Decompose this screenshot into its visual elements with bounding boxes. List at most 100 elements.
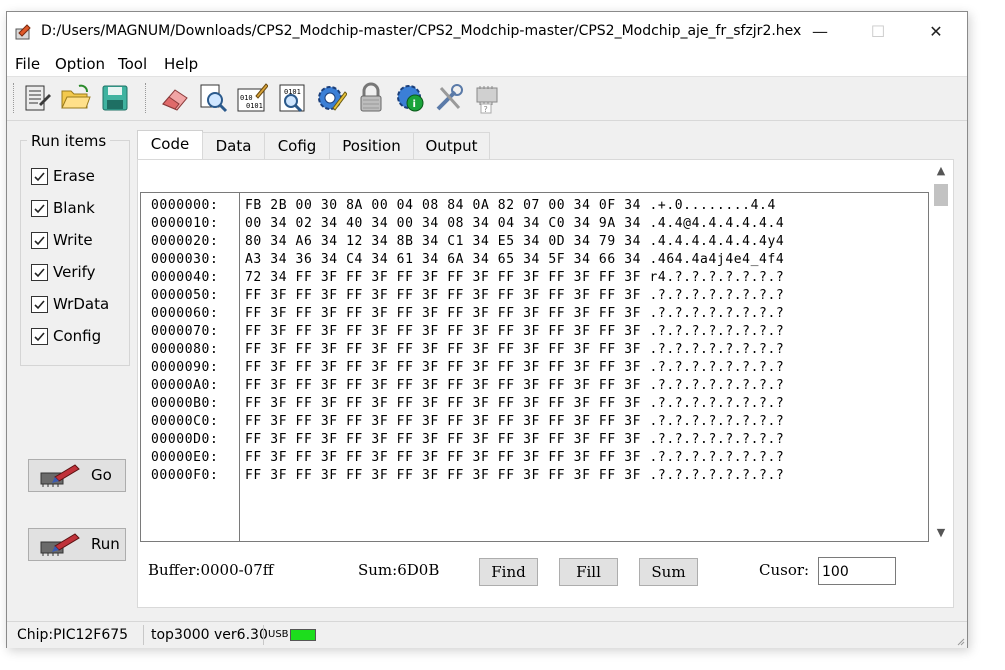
hex-data-line[interactable]: 72 34 FF 3F FF 3F FF 3F FF 3F FF 3F FF 3… — [245, 270, 784, 285]
hex-data-line[interactable]: FF 3F FF 3F FF 3F FF 3F FF 3F FF 3F FF 3… — [245, 396, 784, 411]
scroll-up-icon[interactable]: ▲ — [932, 162, 950, 180]
write-checkbox[interactable] — [31, 232, 48, 249]
erase-label: Erase — [53, 167, 95, 185]
blank-check-icon[interactable] — [197, 82, 229, 114]
go-button[interactable]: Go — [28, 459, 126, 492]
buffer-range: Buffer:0000-07ff — [148, 561, 274, 579]
menu-option[interactable]: Option — [55, 55, 105, 73]
hex-address: 00000E0: — [151, 450, 219, 465]
svg-text:010: 010 — [240, 94, 253, 102]
hex-address: 00000D0: — [151, 432, 219, 447]
open-folder-icon[interactable] — [59, 82, 91, 114]
menu-help[interactable]: Help — [164, 55, 198, 73]
hex-data-line[interactable]: FF 3F FF 3F FF 3F FF 3F FF 3F FF 3F FF 3… — [245, 414, 784, 429]
verify-checkbox[interactable] — [31, 264, 48, 281]
svg-text:0101: 0101 — [246, 102, 263, 110]
code-panel: 0000000: FB 2B 00 30 8A 00 04 08 84 0A 82… — [137, 159, 954, 608]
tab-data[interactable]: Data — [202, 132, 265, 160]
maximize-button[interactable]: ☐ — [849, 12, 907, 52]
hex-address: 0000010: — [151, 216, 219, 231]
verify-binary-icon[interactable]: 0101 — [276, 82, 308, 114]
usb-label: USB — [268, 629, 289, 640]
hex-data-line[interactable]: FF 3F FF 3F FF 3F FF 3F FF 3F FF 3F FF 3… — [245, 450, 784, 465]
hex-data-line[interactable]: FF 3F FF 3F FF 3F FF 3F FF 3F FF 3F FF 3… — [245, 378, 784, 393]
go-label: Go — [91, 466, 112, 484]
write-binary-icon[interactable]: 010 0101 — [236, 82, 268, 114]
chip-status: Chip:PIC12F675 — [17, 627, 129, 643]
checkmark-icon — [34, 172, 45, 182]
cursor-label: Cusor: — [759, 561, 810, 579]
tab-output[interactable]: Output — [413, 132, 490, 160]
cursor-input[interactable]: 100 — [818, 557, 896, 585]
hex-data-line[interactable]: 00 34 02 34 40 34 00 34 08 34 04 34 C0 3… — [245, 216, 784, 231]
test-tools-icon[interactable] — [433, 82, 465, 114]
status-divider — [143, 625, 144, 645]
scroll-down-icon[interactable]: ▼ — [932, 524, 950, 542]
lock-icon[interactable] — [355, 82, 387, 114]
verify-label: Verify — [53, 263, 96, 281]
hex-data-line[interactable]: FF 3F FF 3F FF 3F FF 3F FF 3F FF 3F FF 3… — [245, 432, 784, 447]
status-bar: Chip:PIC12F675 top3000 ver6.30 USB — [7, 621, 967, 648]
erase-checkbox[interactable] — [31, 168, 48, 185]
blank-label: Blank — [53, 199, 95, 217]
chip-pen-icon — [40, 533, 80, 556]
run-button[interactable]: Run — [28, 528, 126, 561]
toolbar: 010 0101 0101 i ? — [7, 76, 967, 121]
config-gear-icon[interactable] — [315, 82, 347, 114]
close-button[interactable]: ✕ — [907, 12, 965, 52]
hex-data-line[interactable]: A3 34 36 34 C4 34 61 34 6A 34 65 34 5F 3… — [245, 252, 784, 267]
hex-address: 0000080: — [151, 342, 219, 357]
hex-data-line[interactable]: 80 34 A6 34 12 34 8B 34 C1 34 E5 34 0D 3… — [245, 234, 784, 249]
eraser-icon[interactable] — [159, 82, 191, 114]
chip-help-icon[interactable]: ? — [471, 82, 503, 114]
resize-grip-icon[interactable] — [955, 636, 965, 646]
wrdata-checkbox[interactable] — [31, 296, 48, 313]
hex-data-line[interactable]: FF 3F FF 3F FF 3F FF 3F FF 3F FF 3F FF 3… — [245, 342, 784, 357]
app-icon — [15, 24, 31, 40]
hex-address: 00000A0: — [151, 378, 219, 393]
main-window: D:/Users/MAGNUM/Downloads/CPS2_Modchip-m… — [6, 11, 968, 648]
hex-address: 0000020: — [151, 234, 219, 249]
hex-data-line[interactable]: FF 3F FF 3F FF 3F FF 3F FF 3F FF 3F FF 3… — [245, 468, 784, 483]
find-button[interactable]: Find — [479, 558, 538, 586]
svg-text:i: i — [413, 99, 416, 110]
minimize-button[interactable]: — — [791, 12, 849, 52]
device-read-icon[interactable] — [21, 82, 53, 114]
blank-checkbox[interactable] — [31, 200, 48, 217]
write-label: Write — [53, 231, 93, 249]
hex-data-line[interactable]: FB 2B 00 30 8A 00 04 08 84 0A 82 07 00 3… — [245, 198, 776, 213]
hex-address: 00000F0: — [151, 468, 219, 483]
hex-address: 0000000: — [151, 198, 219, 213]
scroll-thumb[interactable] — [934, 184, 948, 206]
hex-address: 00000C0: — [151, 414, 219, 429]
tab-cofig[interactable]: Cofig — [264, 132, 330, 160]
hex-data-line[interactable]: FF 3F FF 3F FF 3F FF 3F FF 3F FF 3F FF 3… — [245, 288, 784, 303]
toolbar-grip — [13, 83, 17, 113]
version-status: top3000 ver6.30 — [151, 627, 268, 643]
hex-address: 0000050: — [151, 288, 219, 303]
save-disk-icon[interactable] — [99, 82, 131, 114]
checkmark-icon — [34, 300, 45, 310]
hex-data-line[interactable]: FF 3F FF 3F FF 3F FF 3F FF 3F FF 3F FF 3… — [245, 324, 784, 339]
menu-file[interactable]: File — [15, 55, 40, 73]
hex-address: 0000060: — [151, 306, 219, 321]
hex-address: 0000040: — [151, 270, 219, 285]
vertical-scrollbar[interactable]: ▲ ▼ — [932, 160, 950, 543]
title-bar: D:/Users/MAGNUM/Downloads/CPS2_Modchip-m… — [7, 12, 967, 52]
sum-button[interactable]: Sum — [639, 558, 698, 586]
hex-address: 00000B0: — [151, 396, 219, 411]
hex-view[interactable]: 0000000: FB 2B 00 30 8A 00 04 08 84 0A 82… — [140, 192, 929, 542]
tab-code[interactable]: Code — [137, 130, 203, 161]
config-checkbox[interactable] — [31, 328, 48, 345]
run-label: Run — [91, 535, 120, 553]
hex-data-line[interactable]: FF 3F FF 3F FF 3F FF 3F FF 3F FF 3F FF 3… — [245, 360, 784, 375]
info-gear-icon[interactable]: i — [394, 82, 426, 114]
hex-data-line[interactable]: FF 3F FF 3F FF 3F FF 3F FF 3F FF 3F FF 3… — [245, 306, 784, 321]
hex-address: 0000070: — [151, 324, 219, 339]
tab-position[interactable]: Position — [329, 132, 414, 160]
checksum-value: Sum:6D0B — [358, 561, 440, 579]
status-divider — [263, 625, 264, 645]
checkmark-icon — [34, 236, 45, 246]
fill-button[interactable]: Fill — [559, 558, 618, 586]
menu-tool[interactable]: Tool — [118, 55, 147, 73]
